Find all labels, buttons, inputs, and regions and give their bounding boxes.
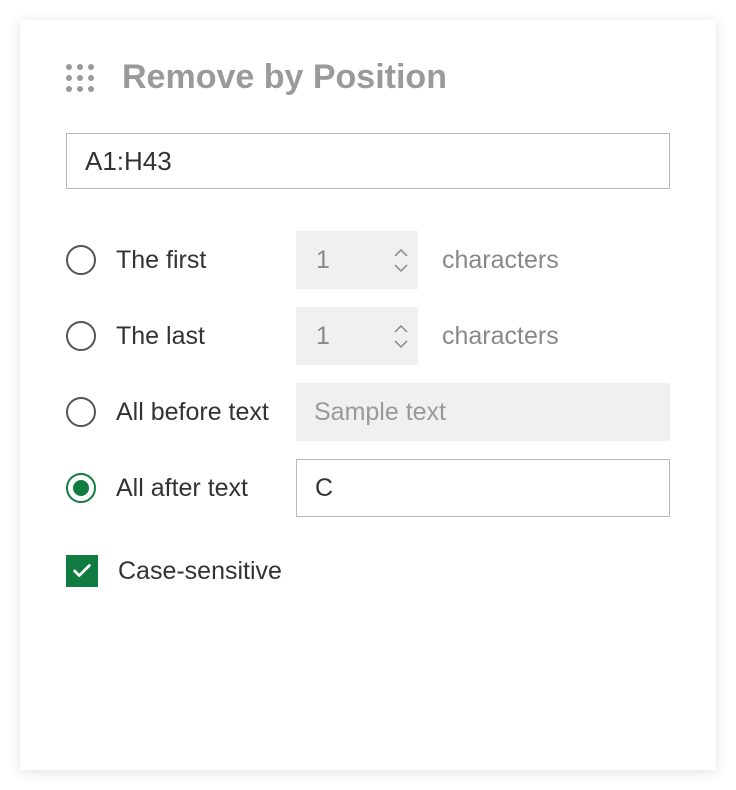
radio-first[interactable] — [66, 245, 96, 275]
option-before-label: All before text — [116, 398, 296, 427]
first-count-stepper[interactable]: 1 — [296, 231, 418, 289]
remove-by-position-panel: Remove by Position The first 1 character… — [20, 20, 716, 770]
chevron-down-icon[interactable] — [394, 261, 408, 275]
panel-header: Remove by Position — [66, 58, 670, 97]
option-after-row: All after text — [66, 459, 670, 517]
radio-after[interactable] — [66, 473, 96, 503]
chevron-down-icon[interactable] — [394, 337, 408, 351]
first-count-value: 1 — [316, 246, 394, 275]
check-icon — [71, 560, 93, 582]
option-before-row: All before text — [66, 383, 670, 441]
last-count-value: 1 — [316, 322, 394, 351]
first-suffix: characters — [442, 246, 559, 275]
option-last-label: The last — [116, 322, 296, 351]
case-sensitive-checkbox[interactable] — [66, 555, 98, 587]
chevron-up-icon[interactable] — [394, 321, 408, 335]
radio-last[interactable] — [66, 321, 96, 351]
option-first-row: The first 1 characters — [66, 231, 670, 289]
panel-title: Remove by Position — [122, 58, 447, 97]
case-sensitive-row: Case-sensitive — [66, 555, 670, 587]
before-text-input[interactable] — [296, 383, 670, 441]
chevron-up-icon[interactable] — [394, 245, 408, 259]
case-sensitive-label: Case-sensitive — [118, 557, 282, 586]
grip-icon[interactable] — [66, 64, 94, 92]
after-text-input[interactable] — [296, 459, 670, 517]
last-count-stepper[interactable]: 1 — [296, 307, 418, 365]
radio-before[interactable] — [66, 397, 96, 427]
range-input[interactable] — [66, 133, 670, 189]
option-after-label: All after text — [116, 474, 296, 503]
option-first-label: The first — [116, 246, 296, 275]
option-last-row: The last 1 characters — [66, 307, 670, 365]
last-suffix: characters — [442, 322, 559, 351]
